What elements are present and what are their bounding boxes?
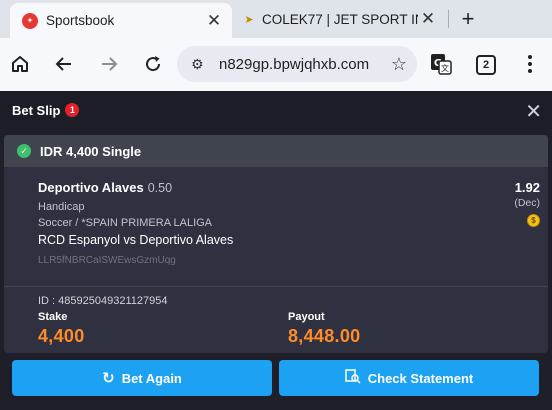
bet-summary-bar: ✓ IDR 4,400 Single	[4, 135, 548, 167]
tab-divider	[448, 10, 449, 28]
reload-icon[interactable]	[141, 52, 165, 76]
bet-slip-header: Bet Slip 1 ✕	[0, 91, 552, 129]
team-name: Deportivo Alaves	[38, 180, 144, 195]
league-name: Soccer / *SPAIN PRIMERA LALIGA	[38, 217, 213, 229]
selection: Deportivo Alaves 0.50 Handicap Soccer / *…	[4, 167, 548, 287]
close-icon[interactable]: ✕	[525, 99, 542, 124]
tab-switcher-button[interactable]: 2	[476, 55, 496, 75]
check-statement-label: Check Statement	[367, 370, 474, 386]
close-tab-icon[interactable]: ✕	[204, 11, 224, 31]
bet-again-label: Bet Again	[121, 370, 182, 386]
tab-sportsbook[interactable]: ✦ Sportsbook ✕	[10, 3, 232, 38]
back-icon[interactable]	[52, 52, 76, 76]
svg-text:文: 文	[441, 63, 449, 73]
browser-toolbar: ⚙ n829gp.bpwjqhxb.com ☆ G文	[0, 38, 552, 91]
address-bar[interactable]: ⚙ n829gp.bpwjqhxb.com ☆	[177, 46, 417, 82]
stake-label: Stake	[38, 311, 68, 323]
browser-tab-bar: ✦ Sportsbook ✕ ➤ COLEK77 | JET SPORT IND…	[0, 0, 552, 38]
more-menu-icon[interactable]	[518, 52, 542, 76]
bet-details: ID : 485925049321127954 Stake 4,400 Payo…	[4, 287, 548, 353]
stake-value: 4,400	[38, 326, 85, 346]
payout-label: Payout	[288, 311, 325, 323]
action-bar: ↻ Bet Again Check Statement	[0, 358, 552, 410]
forward-icon[interactable]	[97, 52, 121, 76]
close-tab-icon[interactable]: ✕	[418, 9, 438, 29]
check-circle-icon: ✓	[17, 144, 31, 158]
handicap-line: 0.50	[147, 181, 173, 195]
translate-icon[interactable]: G文	[429, 52, 453, 76]
odds-type: (Dec)	[514, 197, 540, 209]
jet-favicon-icon: ➤	[244, 13, 254, 26]
bet-count-badge: 1	[65, 103, 80, 117]
sportsbook-favicon-icon: ✦	[22, 12, 38, 29]
coin-icon: $	[527, 214, 540, 227]
refresh-icon: ↻	[102, 370, 115, 387]
tab-title: COLEK77 | JET SPORT INDO	[262, 11, 418, 27]
site-settings-icon[interactable]: ⚙	[191, 56, 215, 73]
url-text: n829gp.bpwjqhxb.com	[219, 55, 370, 73]
bet-id: ID : 485925049321127954	[38, 295, 168, 307]
market-type: Handicap	[38, 201, 85, 213]
bet-summary: IDR 4,400 Single	[40, 143, 142, 159]
statement-search-icon	[345, 368, 361, 388]
check-statement-button[interactable]: Check Statement	[279, 360, 539, 396]
new-tab-icon[interactable]: +	[456, 5, 480, 33]
payout-value: 8,448.00	[288, 326, 361, 346]
bet-slip-title: Bet Slip	[12, 102, 61, 118]
ticket-reference: LLR5fNBRCaISWEwsGzmUqg	[38, 255, 176, 266]
bet-card: ✓ IDR 4,400 Single Deportivo Alaves 0.50 …	[4, 135, 548, 353]
bet-again-button[interactable]: ↻ Bet Again	[12, 360, 272, 396]
match-name: RCD Espanyol vs Deportivo Alaves	[38, 233, 234, 247]
home-icon[interactable]	[8, 52, 32, 76]
tab-colek77[interactable]: ➤ COLEK77 | JET SPORT INDO ✕	[236, 4, 446, 34]
odds-value: 1.92	[514, 180, 540, 195]
selection-team: Deportivo Alaves 0.50	[38, 180, 172, 195]
tab-title: Sportsbook	[46, 13, 115, 28]
bookmark-star-icon[interactable]: ☆	[391, 54, 407, 75]
